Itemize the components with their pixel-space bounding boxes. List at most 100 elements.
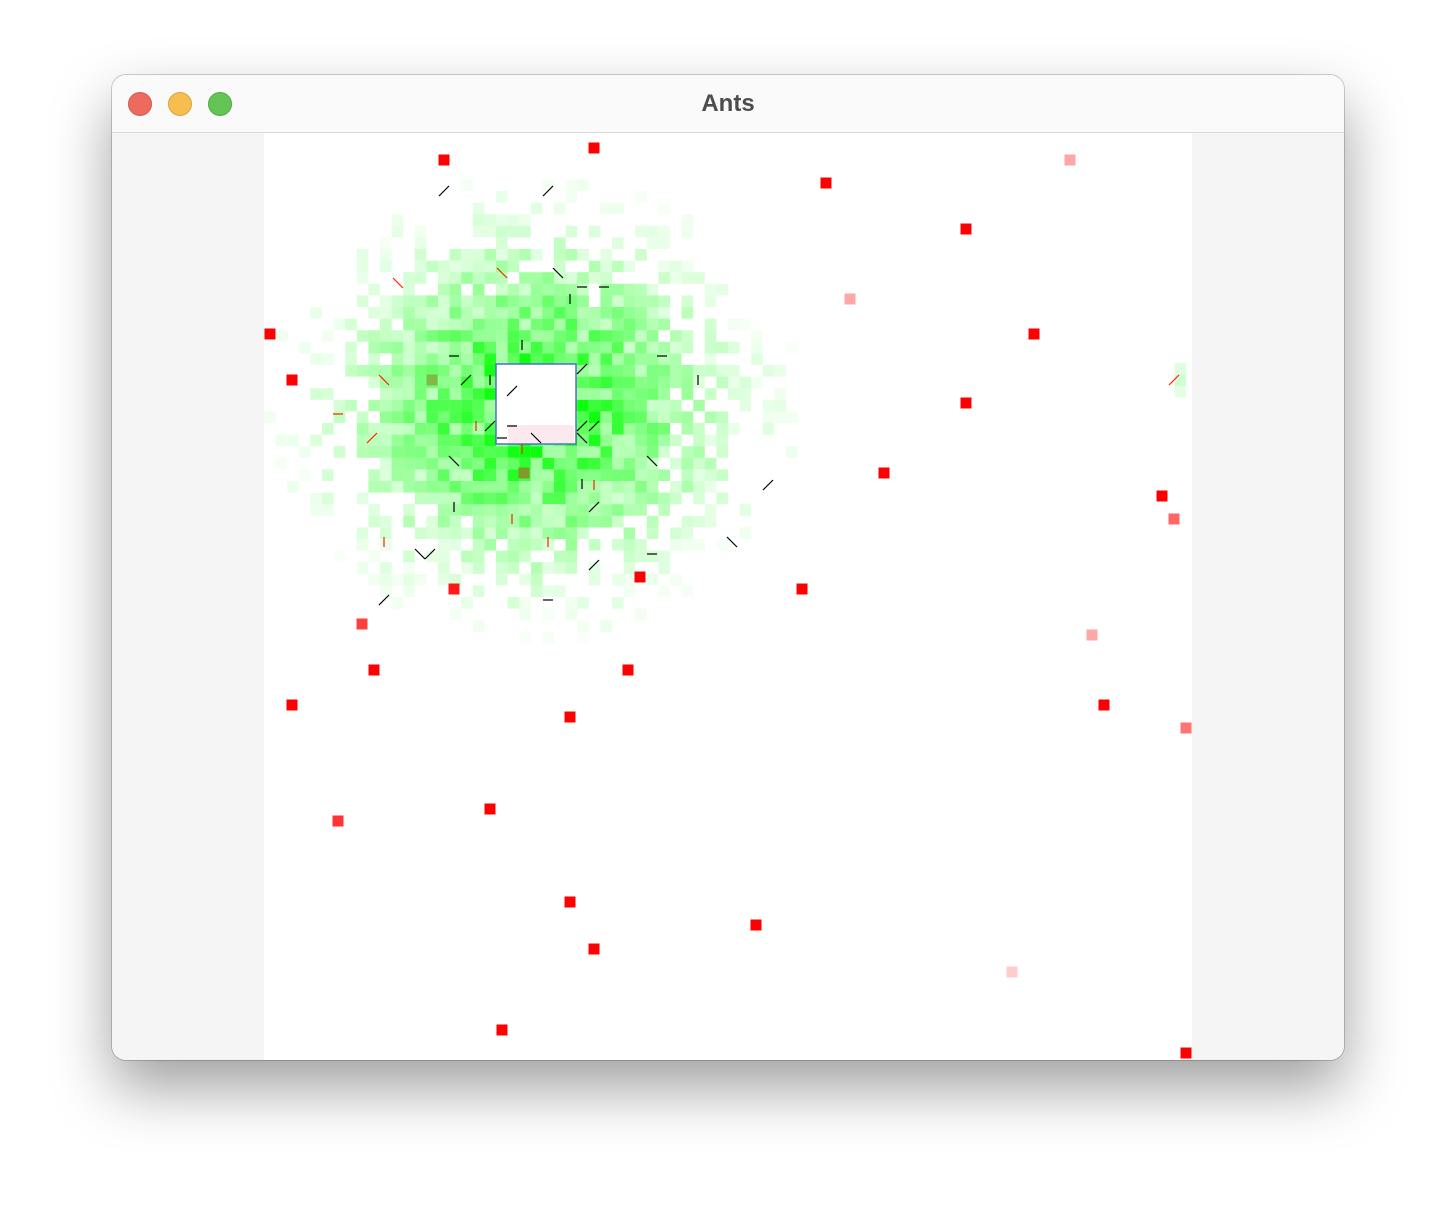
pheromone-cell	[484, 457, 496, 470]
pheromone-cell	[681, 260, 694, 273]
pheromone-cell	[681, 295, 694, 307]
pheromone-cell	[577, 481, 589, 493]
pheromone-cell	[542, 318, 554, 331]
pheromone-cell	[380, 527, 392, 539]
food-source	[844, 293, 856, 305]
pheromone-cell	[414, 457, 427, 470]
pheromone-cell	[588, 307, 601, 319]
pheromone-cell	[646, 423, 659, 435]
pheromone-cell	[704, 504, 717, 516]
pheromone-cell	[380, 515, 392, 528]
pheromone-cell	[704, 469, 717, 481]
pheromone-cell	[530, 481, 543, 493]
pheromone-cell	[380, 434, 392, 447]
pheromone-cell	[577, 283, 589, 296]
food-source	[564, 896, 576, 908]
pheromone-cell	[356, 272, 369, 284]
pheromone-cell	[496, 237, 508, 249]
pheromone-cell	[530, 307, 543, 319]
pheromone-cell	[530, 272, 543, 284]
pheromone-cell	[612, 376, 624, 389]
pheromone-cell	[414, 225, 427, 238]
pheromone-cell	[658, 446, 670, 458]
pheromone-cell	[693, 365, 705, 377]
pheromone-cell	[380, 249, 392, 261]
food-source	[960, 223, 972, 235]
pheromone-cell	[565, 272, 578, 284]
pheromone-cell	[438, 283, 450, 296]
pheromone-cell	[496, 307, 508, 319]
pheromone-cell	[704, 283, 717, 296]
pheromone-cell	[391, 388, 404, 400]
pheromone-cell	[762, 399, 775, 412]
pheromone-cell	[658, 353, 670, 365]
pheromone-cell	[565, 608, 578, 621]
pheromone-cell	[472, 515, 485, 528]
pheromone-cell	[530, 562, 543, 574]
pheromone-cell	[612, 481, 624, 493]
pheromone-cell	[577, 469, 589, 481]
pheromone-cell	[600, 318, 612, 331]
pheromone-cell	[646, 318, 659, 331]
food-source	[1028, 328, 1040, 340]
pheromone-cell	[565, 179, 578, 191]
pheromone-cell	[484, 423, 496, 435]
pheromone-cell	[426, 411, 438, 423]
pheromone-cell	[438, 539, 450, 551]
pheromone-cell	[403, 457, 415, 470]
pheromone-cell	[728, 318, 740, 331]
pheromone-cell	[577, 492, 589, 505]
pheromone-cell	[658, 388, 670, 400]
pheromone-cell	[658, 365, 670, 377]
pheromone-cell	[635, 504, 647, 516]
pheromone-cell	[670, 341, 682, 354]
pheromone-cell	[554, 295, 566, 307]
food-source	[496, 1024, 508, 1036]
title-bar[interactable]: Ants	[112, 75, 1344, 133]
pheromone-cell	[472, 539, 485, 551]
simulation-canvas[interactable]	[264, 133, 1192, 1060]
pheromone-cell	[588, 515, 601, 528]
pheromone-cell	[542, 457, 554, 470]
pheromone-cell	[681, 457, 694, 470]
pheromone-cell	[461, 411, 473, 423]
pheromone-cell	[623, 539, 636, 551]
pheromone-cell	[612, 388, 624, 400]
pheromone-cell	[623, 446, 636, 458]
pheromone-cell	[588, 353, 601, 365]
pheromone-cell	[414, 399, 427, 412]
pheromone-cell	[507, 562, 520, 574]
pheromone-cell	[496, 214, 508, 226]
pheromone-cell	[414, 249, 427, 261]
pheromone-cell	[449, 492, 462, 505]
pheromone-cell	[461, 365, 473, 377]
pheromone-cell	[542, 585, 554, 597]
pheromone-cell	[670, 411, 682, 423]
pheromone-cell	[1174, 374, 1187, 386]
pheromone-cell	[554, 504, 566, 516]
pheromone-cell	[368, 365, 380, 377]
pheromone-cell	[472, 585, 485, 597]
pheromone-cell	[623, 573, 636, 586]
pheromone-cell	[658, 295, 670, 307]
pheromone-cell	[670, 539, 682, 551]
pheromone-cell	[438, 353, 450, 365]
pheromone-cell	[461, 318, 473, 331]
pheromone-cell	[356, 365, 369, 377]
pheromone-cell	[635, 365, 647, 377]
pheromone-cell	[519, 318, 531, 331]
pheromone-cell	[716, 341, 728, 354]
pheromone-cell	[554, 283, 566, 296]
pheromone-cell	[484, 318, 496, 331]
pheromone-cell	[600, 260, 612, 273]
pheromone-cell	[438, 260, 450, 273]
pheromone-cell	[623, 307, 636, 319]
pheromone-cell	[449, 260, 462, 273]
pheromone-cell	[635, 608, 647, 621]
pheromone-cell	[334, 551, 346, 563]
pheromone-cell	[681, 423, 694, 435]
pheromone-cell	[693, 469, 705, 481]
pheromone-cell	[623, 353, 636, 365]
pheromone-cell	[658, 260, 670, 273]
pheromone-cell	[739, 318, 752, 331]
